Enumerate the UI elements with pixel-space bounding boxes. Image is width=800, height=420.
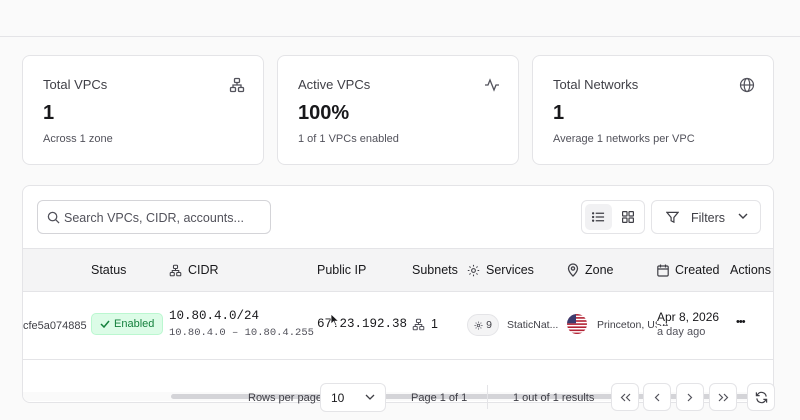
services-name: StaticNat... [507,319,559,331]
column-label: Public IP [317,263,367,277]
chevron-right-icon [687,393,693,401]
column-public-ip[interactable]: Public IP [317,263,366,277]
rows-per-page-value: 10 [331,391,345,405]
chevron-left-icon [654,393,660,401]
status-text: Enabled [114,318,155,330]
view-toggle [581,200,645,234]
grid-icon [621,211,634,223]
stat-card-active-vpcs: Active VPCs 100% 1 of 1 VPCs enabled [277,55,519,165]
last-page-button[interactable] [709,383,737,411]
search-box[interactable] [37,200,271,234]
stat-subtitle: 1 of 1 VPCs enabled [298,133,399,145]
cidr-range: 10.80.4.0 – 10.80.4.255 [169,327,314,339]
gear-icon [474,321,483,329]
services-count: 9 [486,319,492,331]
activity-icon [485,78,499,92]
calendar-icon [657,264,669,277]
chevron-down-icon [738,213,748,219]
table-row[interactable]: cfe5a074885 Enabled 10.80.4.0/24 10.80.4… [23,292,773,360]
stat-value: 1 [553,102,565,124]
row-actions-menu[interactable]: ••• [736,316,746,328]
vpc-table-panel: Filters Status CIDR Public IP Subnets [22,185,774,403]
column-label: Subnets [412,263,458,277]
vpc-id-fragment[interactable]: cfe5a074885 [23,320,87,332]
globe-icon [739,77,755,93]
network-icon [412,318,425,331]
map-pin-icon [567,263,579,277]
network-icon [229,77,245,93]
stat-title: Active VPCs [298,77,371,92]
subnets-count: 1 [431,317,438,331]
filter-icon [666,211,679,224]
column-label: Services [486,263,534,277]
refresh-icon [755,391,767,403]
status-badge: Enabled [91,313,164,335]
chevrons-right-icon [718,393,728,401]
column-services[interactable]: Services [467,263,534,277]
network-icon [169,264,182,276]
top-bar [0,0,800,37]
rows-per-page-select[interactable]: 10 [320,383,386,412]
column-label: Created [675,263,720,277]
previous-page-button[interactable] [643,383,671,411]
cidr-value: 10.80.4.0/24 [169,309,260,323]
column-subnets[interactable]: Subnets [412,263,458,277]
column-label: Actions [730,263,771,277]
stat-card-total-vpcs: Total VPCs 1 Across 1 zone [22,55,264,165]
results-info: 1 out of 1 results [513,392,595,404]
filters-label: Filters [691,211,726,225]
column-created[interactable]: Created [657,263,719,277]
column-label: CIDR [188,263,219,277]
gear-icon [467,264,480,276]
divider [487,385,488,409]
rows-per-page-label: Rows per page [248,392,322,404]
chevrons-left-icon [620,393,630,401]
column-zone[interactable]: Zone [567,263,614,277]
chevron-down-icon [365,394,375,400]
vpc-page: Total VPCs 1 Across 1 zone Active VPCs 1… [0,37,800,420]
table-header: Status CIDR Public IP Subnets Services Z… [23,248,773,292]
stat-title: Total VPCs [43,77,108,92]
mouse-cursor-icon [330,313,340,327]
column-cidr[interactable]: CIDR [169,263,219,277]
stat-subtitle: Average 1 networks per VPC [553,133,695,145]
services-count-chip[interactable]: 9 [467,314,499,336]
check-icon [100,320,110,328]
created-date: Apr 8, 2026 [657,310,720,324]
stat-value: 1 [43,102,55,124]
column-actions: Actions [730,263,771,277]
search-icon [47,211,60,224]
us-flag-icon [567,314,587,334]
grid-view-button[interactable] [614,204,641,230]
filters-button[interactable]: Filters [651,200,761,234]
list-view-button[interactable] [585,204,612,230]
stat-card-total-networks: Total Networks 1 Average 1 networks per … [532,55,774,165]
stat-title: Total Networks [553,77,639,92]
column-label: Status [91,263,127,277]
column-label: Zone [585,263,614,277]
column-status[interactable]: Status [91,263,126,277]
stat-subtitle: Across 1 zone [43,133,113,145]
refresh-button[interactable] [747,383,775,411]
next-page-button[interactable] [676,383,704,411]
search-input[interactable] [64,208,264,228]
page-info: Page 1 of 1 [411,392,468,404]
list-icon [592,212,605,222]
created-relative: a day ago [657,326,706,338]
stat-value: 100% [298,102,350,124]
first-page-button[interactable] [611,383,639,411]
